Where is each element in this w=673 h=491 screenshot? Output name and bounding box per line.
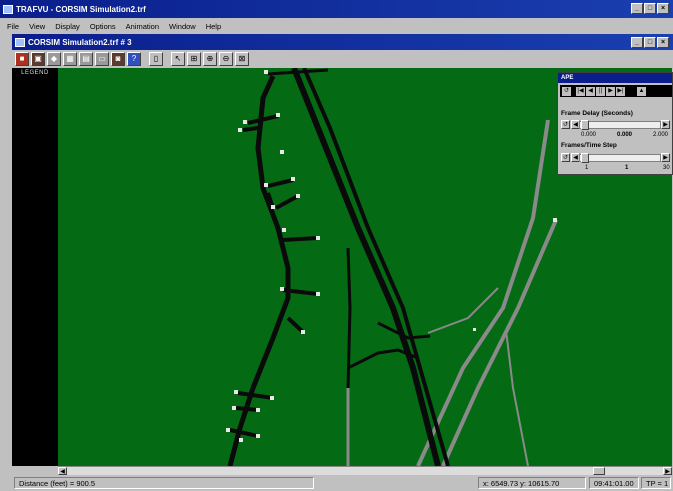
status-bar: Distance (feet) = 900.5 x: 6549.73 y: 10… (12, 475, 673, 491)
frame-delay-track[interactable] (579, 121, 661, 129)
menu-window[interactable]: Window (164, 22, 201, 31)
minimize-button[interactable]: _ (631, 3, 643, 14)
scroll-right-arrow[interactable]: ▶ (663, 467, 672, 475)
gray-roadway-east (416, 119, 550, 466)
toolbar: ■ ▣ ◆ ▦ ▤ ▭ ◙ ? ▯ ↖ ⊞ ⊕ ⊖ ⊠ (12, 50, 673, 68)
menu-display[interactable]: Display (50, 22, 85, 31)
camera-icon[interactable]: ◙ (111, 52, 125, 66)
grid-icon[interactable]: ▦ (63, 52, 77, 66)
distance-readout: Distance (feet) = 900.5 (14, 477, 314, 489)
ape-panel[interactable]: APE ↺ |◀ ◀ || ▶ ▶| ▲ Frame Delay (Second… (557, 72, 673, 175)
window-icon[interactable]: ▭ (95, 52, 109, 66)
child-close-button[interactable]: × (657, 37, 669, 48)
gray-roadway-ramp (441, 219, 558, 466)
collapse-icon[interactable]: ▲ (637, 86, 646, 96)
gray-connector-north (427, 287, 499, 334)
frames-per-step-thumb[interactable] (581, 153, 589, 163)
menu-animation[interactable]: Animation (121, 22, 164, 31)
frame-delay-min: 0.000 (581, 132, 597, 138)
skip-to-start-icon[interactable]: |◀ (576, 86, 585, 96)
frames-per-step-label: Frames/Time Step (561, 142, 617, 149)
freeway-top-link (267, 68, 329, 76)
frame-delay-thumb[interactable] (581, 120, 589, 130)
select-icon[interactable]: ↖ (171, 52, 185, 66)
child-window-title: CORSIM Simulation2.trf # 3 (28, 37, 132, 47)
frame-delay-label: Frame Delay (Seconds) (561, 110, 633, 117)
frames-per-step-slider[interactable]: ↺ ◀ ▶ (561, 153, 671, 163)
frame-delay-reset-icon[interactable]: ↺ (561, 120, 570, 129)
frame-delay-slider[interactable]: ↺ ◀ ▶ (561, 120, 671, 130)
ape-title: APE (558, 73, 672, 83)
child-maximize-button[interactable]: □ (644, 37, 656, 48)
frames-per-step-max: 30 (663, 165, 670, 171)
page-icon[interactable]: ▯ (149, 52, 163, 66)
info-icon[interactable]: ? (127, 52, 141, 66)
vehicle-icon[interactable]: ◆ (47, 52, 61, 66)
menu-help[interactable]: Help (201, 22, 226, 31)
maximize-button[interactable]: □ (644, 3, 656, 14)
scroll-thumb[interactable] (593, 467, 605, 475)
scroll-left-arrow[interactable]: ◀ (58, 467, 67, 475)
table-icon[interactable]: ▤ (79, 52, 93, 66)
app-titlebar[interactable]: TRAFVU - CORSIM Simulation2.trf _ □ × (0, 0, 673, 18)
play-icon[interactable]: ▶ (606, 86, 615, 96)
stop-bars (229, 114, 319, 438)
film-icon[interactable]: ▣ (31, 52, 45, 66)
gray-connector-south (505, 329, 529, 466)
menu-options[interactable]: Options (85, 22, 121, 31)
time-period: TP = 1 (641, 477, 671, 489)
zoom-out-icon[interactable]: ⊖ (219, 52, 233, 66)
stop-icon[interactable]: ■ (15, 52, 29, 66)
zoom-extent-icon[interactable]: ⊞ (187, 52, 201, 66)
child-window-titlebar[interactable]: CORSIM Simulation2.trf # 3 _ □ × (12, 34, 673, 50)
zoom-in-icon[interactable]: ⊕ (203, 52, 217, 66)
legend-title: LEGEND (21, 70, 49, 76)
skip-to-end-icon[interactable]: ▶| (616, 86, 625, 96)
frames-per-step-reset-icon[interactable]: ↺ (561, 153, 570, 162)
frames-per-step-right-arrow[interactable]: ▶ (661, 153, 670, 162)
frame-delay-scale: 0.000 0.000 2.000 (561, 132, 671, 140)
app-title: TRAFVU - CORSIM Simulation2.trf (16, 4, 146, 14)
frames-per-step-min: 1 (585, 165, 589, 171)
menu-bar: File View Display Options Animation Wind… (0, 18, 673, 34)
menu-view[interactable]: View (24, 22, 50, 31)
zoom-window-icon[interactable]: ⊠ (235, 52, 249, 66)
mdi-left-border (0, 34, 12, 491)
playback-controls: ↺ |◀ ◀ || ▶ ▶| ▲ (560, 85, 672, 97)
child-minimize-button[interactable]: _ (631, 37, 643, 48)
off-ramp-right (377, 321, 431, 340)
child-window-icon (15, 37, 25, 47)
step-back-icon[interactable]: ◀ (586, 86, 595, 96)
freeway-main-line (291, 68, 441, 466)
horizontal-scrollbar[interactable]: ◀ ▶ (58, 466, 672, 475)
frame-delay-right-arrow[interactable]: ▶ (661, 120, 670, 129)
frame-delay-current: 0.000 (617, 132, 633, 138)
frames-per-step-track[interactable] (579, 154, 661, 162)
coordinate-readout: x: 6549.73 y: 10615.70 (478, 477, 586, 489)
close-button[interactable]: × (657, 3, 669, 14)
stop-markers (226, 70, 557, 442)
frames-per-step-current: 1 (625, 165, 629, 171)
app-icon (3, 4, 13, 14)
simulation-time: 09:41:01.00 (589, 477, 639, 489)
trafvu-window: TRAFVU - CORSIM Simulation2.trf _ □ × Fi… (0, 0, 673, 491)
rewind-loop-icon[interactable]: ↺ (562, 86, 571, 96)
frames-per-step-scale: 1 1 30 (561, 165, 671, 173)
legend-panel: LEGEND (12, 68, 58, 466)
pause-icon[interactable]: || (596, 86, 605, 96)
menu-file[interactable]: File (2, 22, 24, 31)
frame-delay-max: 2.000 (653, 132, 669, 138)
